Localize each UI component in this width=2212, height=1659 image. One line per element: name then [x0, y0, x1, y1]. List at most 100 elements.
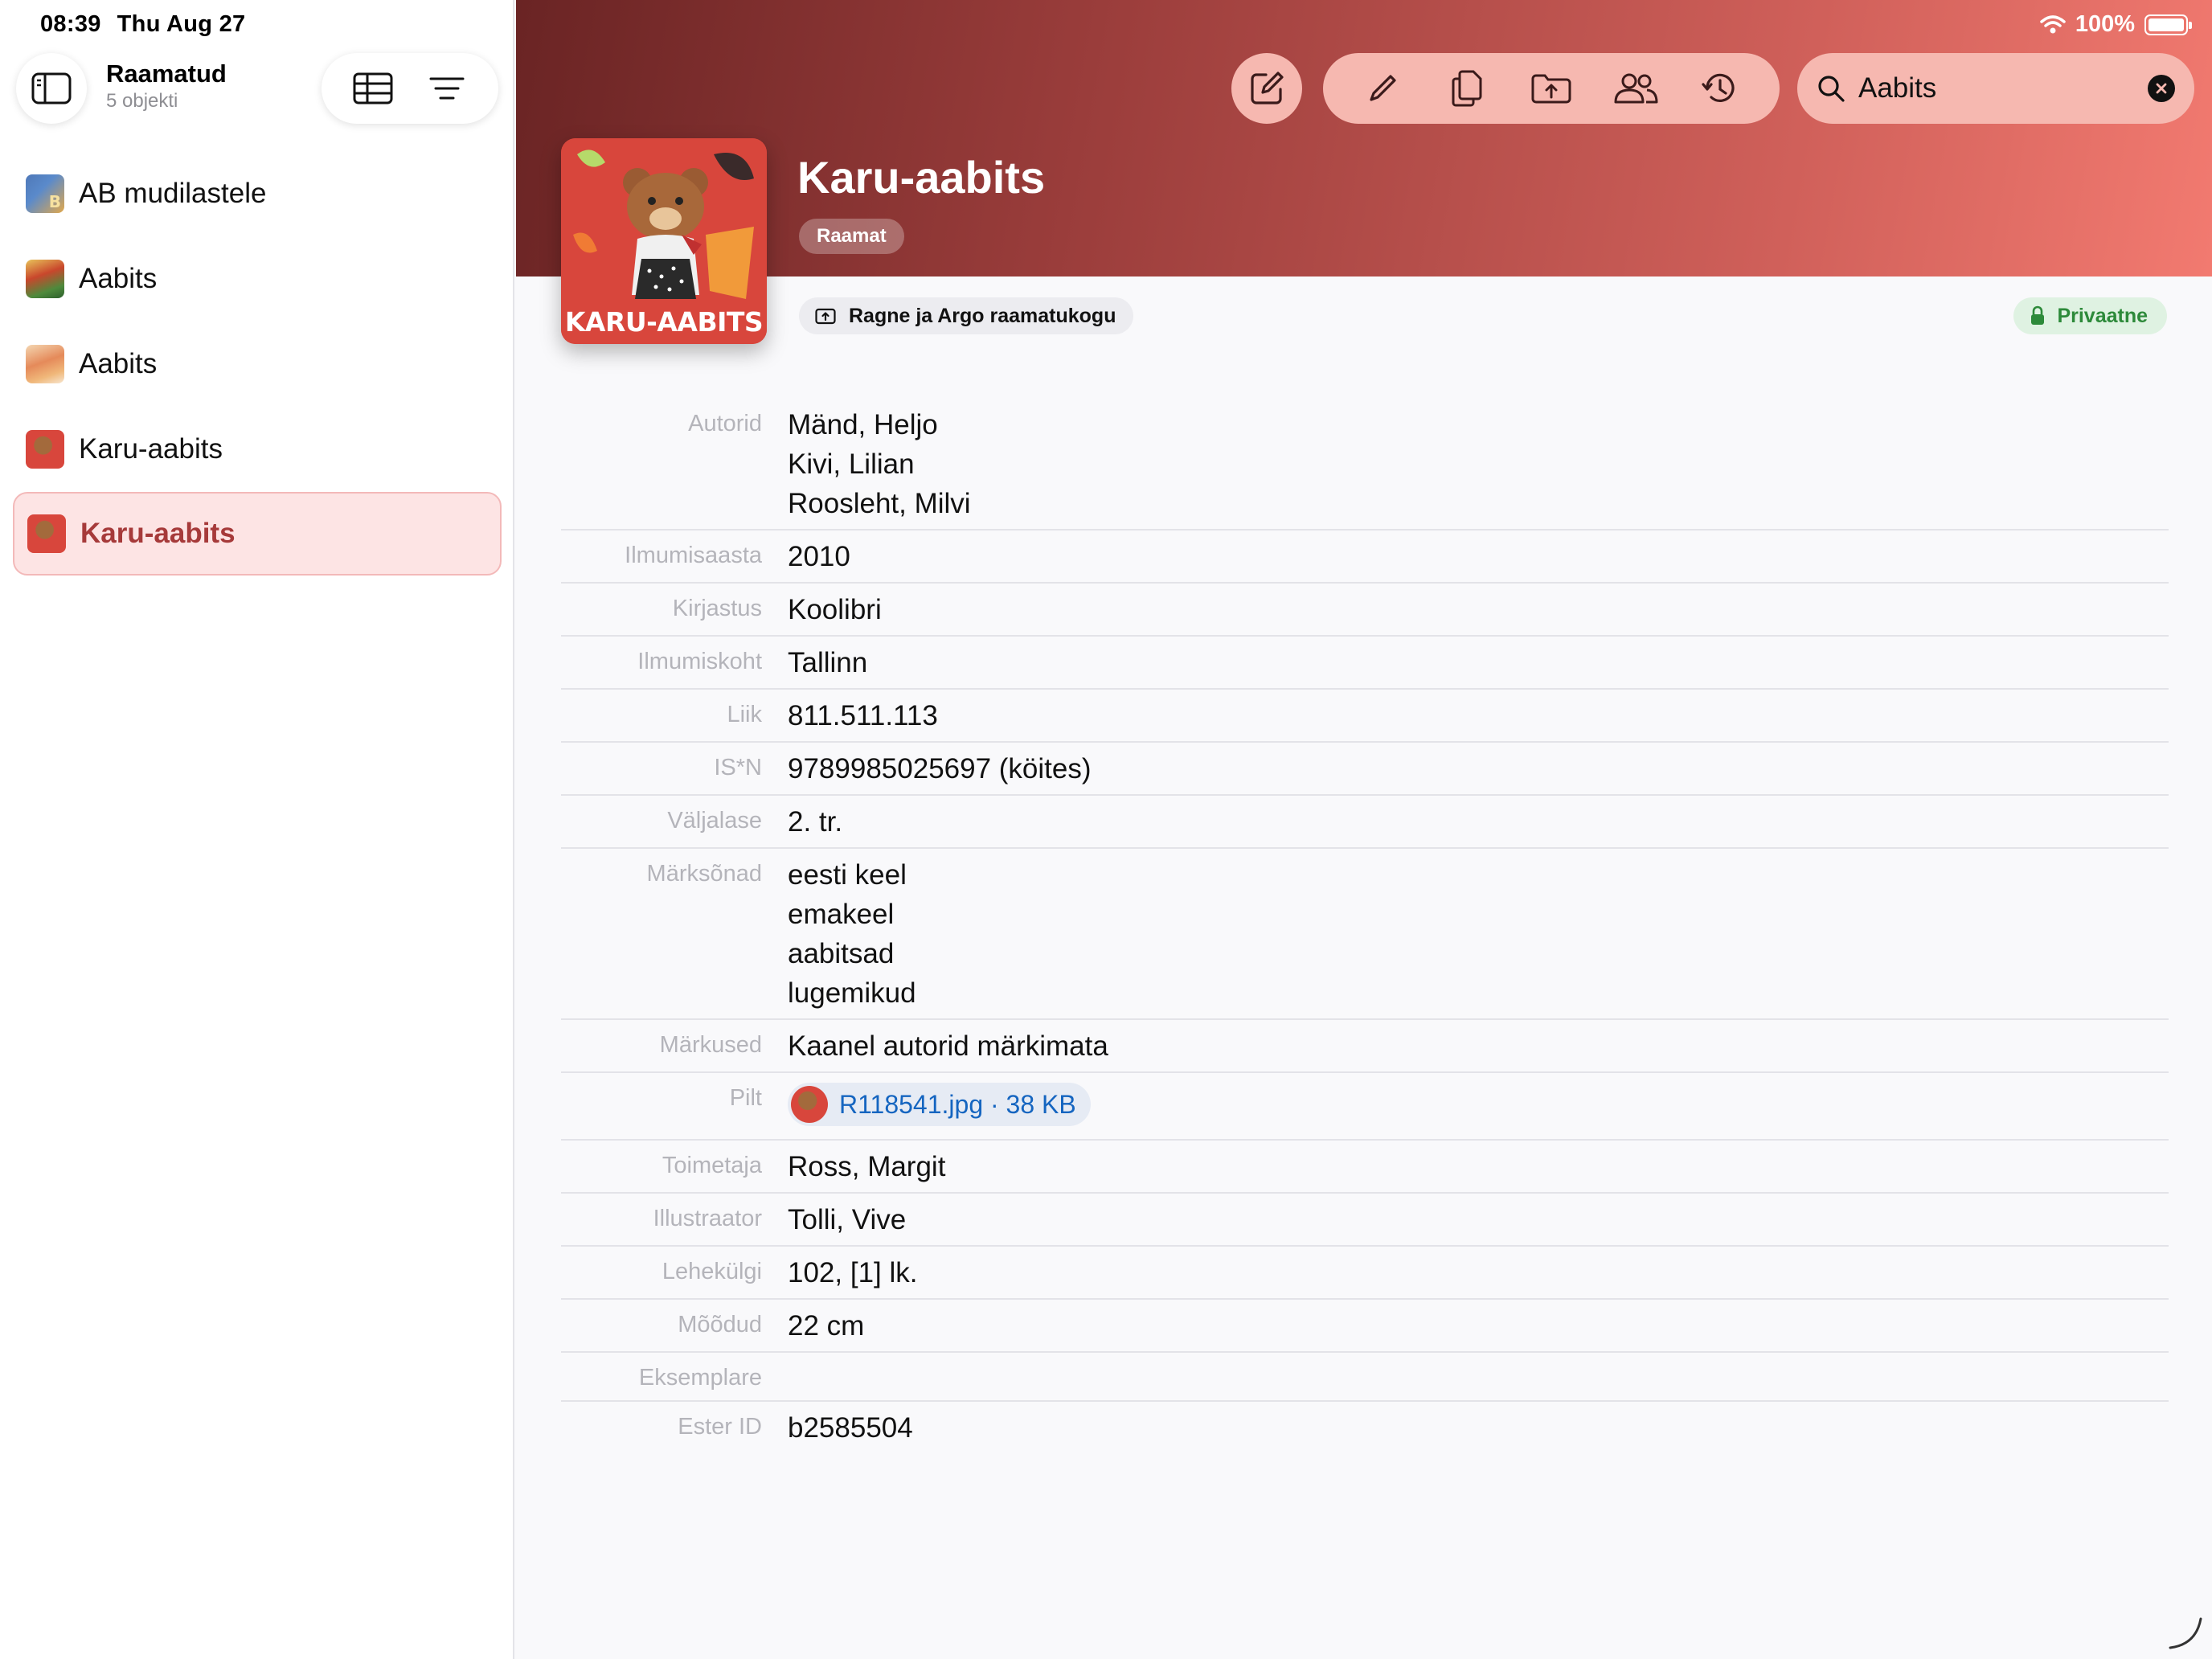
- search-icon: [1818, 76, 1845, 102]
- field-label: Eksemplare: [638, 1365, 762, 1391]
- field-label: Illustraator: [653, 1206, 762, 1231]
- field-value[interactable]: Roosleht, Milvi: [788, 484, 971, 523]
- field-label: Ilmumiskoht: [637, 649, 762, 674]
- field-label: Märkused: [659, 1032, 762, 1058]
- image-attachment-chip[interactable]: R118541.jpg · 38 KB: [788, 1083, 1091, 1126]
- thumbnail: [26, 345, 64, 383]
- field-value[interactable]: 102, [1] lk.: [788, 1253, 917, 1292]
- type-badge: Raamat: [799, 219, 904, 254]
- close-icon: [2156, 83, 2167, 94]
- field-value[interactable]: Koolibri: [788, 590, 882, 629]
- field-value[interactable]: aabitsad: [788, 934, 916, 973]
- sidebar-title: Raamatud: [106, 59, 227, 88]
- list-item-label: Aabits: [79, 263, 158, 294]
- record-title: Karu-aabits: [797, 152, 1046, 203]
- sidebar-tools: [322, 53, 498, 124]
- field-row-marksonad: Märksõnad eesti keel emakeel aabitsad lu…: [561, 849, 2169, 1020]
- field-value[interactable]: 22 cm: [788, 1306, 864, 1346]
- collection-chip[interactable]: Ragne ja Argo raamatukogu: [799, 297, 1134, 334]
- field-label: Kirjastus: [672, 596, 762, 621]
- cover-text: KARU-AABITS: [564, 306, 764, 338]
- book-cover[interactable]: KARU-AABITS: [561, 138, 767, 344]
- collection-label: Ragne ja Argo raamatukogu: [849, 304, 1116, 327]
- field-row-ilmumiskoht: Ilmumiskoht Tallinn: [561, 637, 2169, 690]
- field-label: IS*N: [714, 755, 762, 780]
- field-value[interactable]: b2585504: [788, 1408, 913, 1448]
- attachment-label: R118541.jpg · 38 KB: [839, 1089, 1076, 1119]
- field-row-pilt: Pilt R118541.jpg · 38 KB: [561, 1073, 2169, 1141]
- status-bar-left: 08:39 Thu Aug 27: [40, 11, 245, 38]
- list-item-label: Aabits: [79, 348, 158, 379]
- battery-icon: [2144, 14, 2192, 35]
- field-label: Liik: [727, 702, 762, 727]
- edit-button[interactable]: [1350, 56, 1415, 121]
- field-label: Ilmumisaasta: [625, 543, 762, 568]
- collection-icon: [815, 308, 836, 325]
- attachment-thumbnail: [791, 1086, 828, 1123]
- wifi-icon: [2040, 14, 2066, 33]
- field-label: Pilt: [729, 1085, 762, 1111]
- sidebar-count: 5 objekti: [106, 90, 178, 112]
- share-people-button[interactable]: [1604, 56, 1668, 121]
- table-view-button[interactable]: [345, 60, 401, 117]
- field-row-autorid: Autorid Mänd, Heljo Kivi, Lilian Roosleh…: [561, 399, 2169, 530]
- thumbnail: [26, 430, 64, 469]
- list-item[interactable]: Aabits: [13, 236, 502, 322]
- thumbnail: B: [26, 174, 64, 213]
- compose-button[interactable]: [1231, 53, 1302, 124]
- field-value[interactable]: Ross, Margit: [788, 1147, 945, 1186]
- field-value[interactable]: Kivi, Lilian: [788, 444, 971, 484]
- field-value[interactable]: 2. tr.: [788, 802, 842, 842]
- sidebar-toggle-button[interactable]: [16, 53, 87, 124]
- status-bar-right: 100%: [2040, 11, 2192, 38]
- list-item[interactable]: Karu-aabits: [13, 407, 502, 492]
- history-button[interactable]: [1688, 56, 1752, 121]
- field-row-ilmumisaasta: Ilmumisaasta 2010: [561, 530, 2169, 584]
- status-time: 08:39: [40, 11, 101, 37]
- field-label: Lehekülgi: [662, 1259, 762, 1284]
- list-item[interactable]: B AB mudilastele: [13, 151, 502, 236]
- field-value[interactable]: Tolli, Vive: [788, 1200, 906, 1239]
- field-row-eksemplare: Eksemplare: [561, 1353, 2169, 1402]
- field-label: Mõõdud: [678, 1312, 762, 1337]
- history-icon: [1701, 73, 1735, 102]
- detail-header: 100%: [516, 0, 2212, 276]
- pencil-icon: [1370, 75, 1396, 101]
- field-value[interactable]: emakeel: [788, 895, 916, 934]
- field-row-toimetaja: Toimetaja Ross, Margit: [561, 1141, 2169, 1194]
- privacy-label: Privaatne: [2057, 304, 2148, 327]
- field-value[interactable]: 811.511.113: [788, 696, 938, 735]
- field-value[interactable]: lugemikud: [788, 973, 916, 1013]
- search-input[interactable]: [1858, 72, 2124, 104]
- move-button[interactable]: [1519, 56, 1583, 121]
- list-item-selected[interactable]: Karu-aabits: [13, 492, 502, 576]
- sort-button[interactable]: [419, 60, 475, 117]
- field-row-markused: Märkused Kaanel autorid märkimata: [561, 1020, 2169, 1073]
- list-item-label: Karu-aabits: [79, 433, 223, 465]
- resize-handle-icon[interactable]: [2165, 1612, 2204, 1651]
- field-label: Toimetaja: [662, 1153, 762, 1178]
- list-item[interactable]: Aabits: [13, 322, 502, 407]
- field-value[interactable]: Mänd, Heljo: [788, 405, 971, 444]
- field-value[interactable]: Tallinn: [788, 643, 867, 682]
- detail-pane: 100% Aabits KARU-AABITS Karu-aabits Raam…: [516, 0, 2212, 1659]
- field-row-moodud: Mõõdud 22 cm: [561, 1300, 2169, 1353]
- list-item-label: AB mudilastele: [79, 178, 267, 209]
- field-value[interactable]: 9789985025697 (köites): [788, 749, 1092, 789]
- sort-icon: [429, 77, 465, 100]
- privacy-badge[interactable]: Privaatne: [2013, 297, 2167, 334]
- field-list: Autorid Mänd, Heljo Kivi, Lilian Roosleh…: [561, 399, 2169, 1453]
- field-label: Ester ID: [678, 1414, 762, 1440]
- duplicate-button[interactable]: [1435, 56, 1499, 121]
- field-value[interactable]: Kaanel autorid märkimata: [788, 1026, 1108, 1066]
- people-icon: [1614, 73, 1658, 104]
- field-label: Märksõnad: [646, 861, 762, 887]
- compose-icon: [1251, 72, 1284, 104]
- list-item-label: Karu-aabits: [80, 518, 236, 549]
- field-value[interactable]: eesti keel: [788, 855, 916, 895]
- clear-search-button[interactable]: [2148, 75, 2175, 102]
- search-field[interactable]: [1797, 53, 2194, 124]
- folder-upload-icon: [1531, 74, 1571, 104]
- field-value[interactable]: 2010: [788, 537, 850, 576]
- field-label: Autorid: [688, 411, 762, 436]
